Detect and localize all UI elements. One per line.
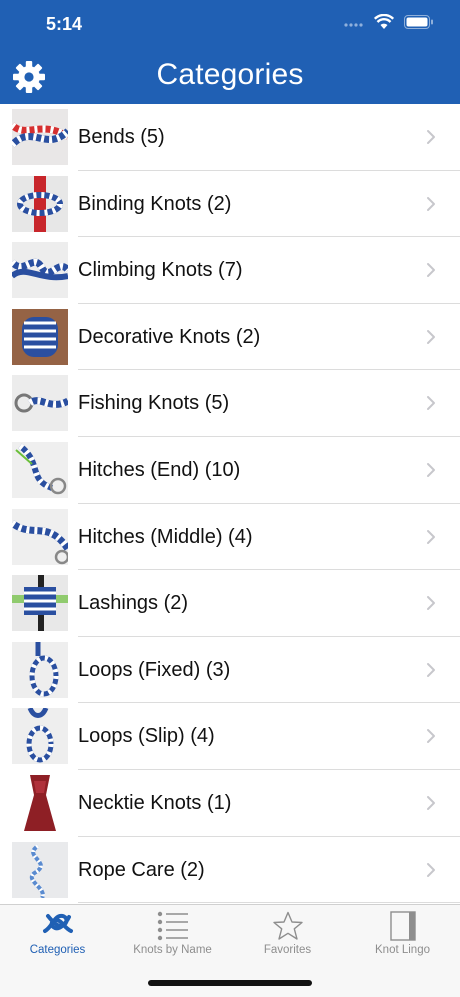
tab-categories[interactable]: Categories <box>0 905 115 965</box>
status-time: 5:14 <box>46 14 83 34</box>
category-thumbnail <box>12 508 68 565</box>
list-icon <box>157 911 188 941</box>
category-label: Climbing Knots (7) <box>78 259 243 282</box>
tab-label: Knot Lingo <box>375 944 430 956</box>
category-row[interactable]: Binding Knots (2) <box>0 171 460 238</box>
chevron-right-icon <box>426 262 436 278</box>
category-label: Bends (5) <box>78 126 165 148</box>
tab-label: Knots by Name <box>133 944 212 956</box>
category-label: Fishing Knots (5) <box>78 392 230 415</box>
category-row[interactable]: Decorative Knots (2) <box>0 304 460 371</box>
book-icon <box>390 911 416 941</box>
tab-label: Categories <box>29 944 86 956</box>
category-row[interactable]: Climbing Knots (7) <box>0 237 460 304</box>
category-thumbnail <box>12 708 68 765</box>
category-thumbnail <box>12 308 68 365</box>
category-row[interactable]: Fishing Knots (5) <box>0 370 460 437</box>
category-thumbnail <box>12 641 68 698</box>
chevron-right-icon <box>426 728 436 744</box>
category-label: Necktie Knots (1) <box>78 791 232 814</box>
category-thumbnail <box>12 242 68 299</box>
category-row[interactable]: Loops (Fixed) (3) <box>0 637 460 704</box>
category-row[interactable]: Lashings (2) <box>0 570 460 637</box>
category-label: Loops (Fixed) (3) <box>78 658 231 681</box>
category-thumbnail <box>12 109 68 165</box>
category-thumbnail <box>12 175 68 232</box>
tab-knot-lingo[interactable]: Knot Lingo <box>345 905 460 965</box>
star-icon <box>273 911 303 940</box>
tab-label: Favorites <box>263 944 312 956</box>
category-label: Hitches (Middle) (4) <box>78 525 253 548</box>
chevron-right-icon <box>426 662 436 678</box>
category-label: Hitches (End) (10) <box>78 458 241 481</box>
category-thumbnail <box>12 375 68 432</box>
category-row[interactable]: Rope Care (2) <box>0 837 460 904</box>
category-list: Bends (5) Binding Knots (2) Climbing Knots… <box>0 104 460 903</box>
chevron-right-icon <box>426 529 436 545</box>
category-thumbnail <box>12 774 68 831</box>
category-label: Binding Knots (2) <box>78 192 232 215</box>
chevron-right-icon <box>426 795 436 811</box>
category-label: Loops (Slip) (4) <box>78 725 215 748</box>
battery-icon <box>404 15 433 29</box>
chevron-right-icon <box>426 462 436 478</box>
chevron-right-icon <box>426 129 436 145</box>
category-row[interactable]: Necktie Knots (1) <box>0 770 460 837</box>
category-thumbnail <box>12 841 68 898</box>
category-row[interactable]: Bends (5) <box>0 104 460 171</box>
chevron-right-icon <box>426 329 436 345</box>
status-indicators <box>344 14 434 30</box>
wifi-icon <box>374 14 394 29</box>
home-indicator <box>148 980 312 986</box>
category-row[interactable]: Loops (Slip) (4) <box>0 703 460 770</box>
tab-knots-by-name[interactable]: Knots by Name <box>115 905 230 965</box>
chevron-right-icon <box>426 395 436 411</box>
category-row[interactable]: Hitches (Middle) (4) <box>0 504 460 571</box>
category-label: Lashings (2) <box>78 592 189 615</box>
category-thumbnail <box>12 575 68 632</box>
category-row[interactable]: Hitches (End) (10) <box>0 437 460 504</box>
signal-icon <box>344 23 363 27</box>
category-thumbnail <box>12 441 68 498</box>
category-label: Decorative Knots (2) <box>78 325 261 348</box>
tab-favorites[interactable]: Favorites <box>230 905 345 965</box>
chevron-right-icon <box>426 595 436 611</box>
chevron-right-icon <box>426 196 436 212</box>
navigation-bar: 5:14 Categories <box>0 0 460 104</box>
category-label: Rope Care (2) <box>78 858 205 881</box>
page-title: Categories <box>156 58 304 91</box>
chevron-right-icon <box>426 862 436 878</box>
knot-icon <box>43 913 73 933</box>
